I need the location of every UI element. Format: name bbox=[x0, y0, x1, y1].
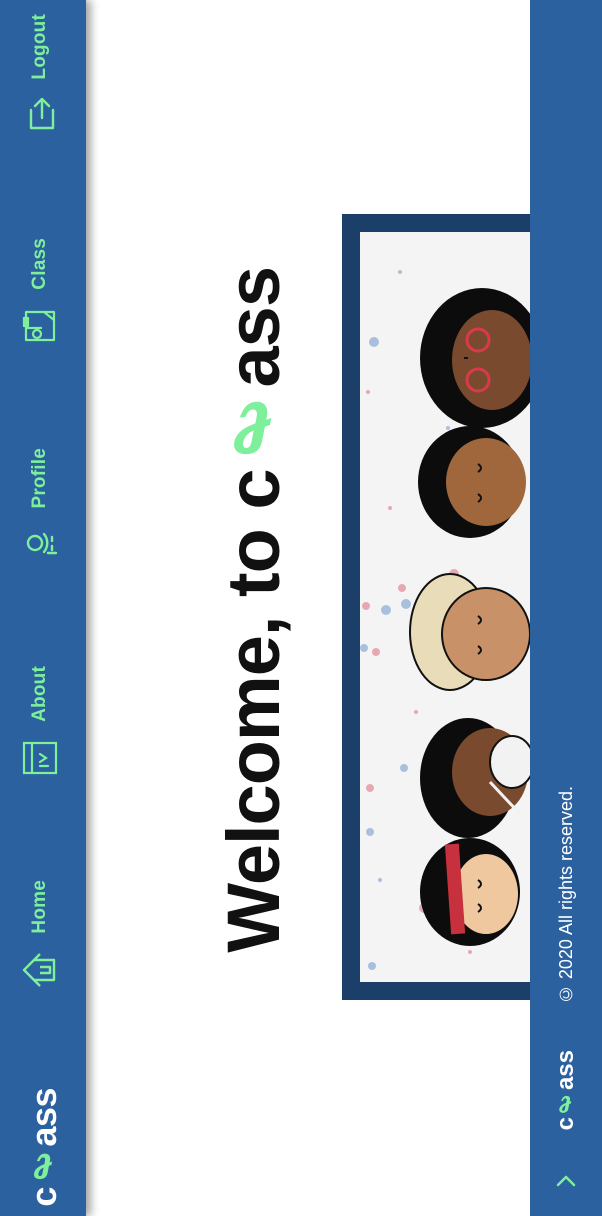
scroll-to-top-button[interactable] bbox=[552, 1168, 580, 1192]
students-illustration bbox=[360, 270, 542, 970]
home-icon bbox=[22, 952, 56, 987]
footer-brand-logo[interactable]: cℓass bbox=[544, 1050, 588, 1130]
nav-item-label: Logout bbox=[29, 14, 50, 80]
copyright: © 2020 All rights reserved. bbox=[544, 770, 588, 1020]
nav-item-profile[interactable]: Profile bbox=[18, 448, 62, 563]
nav-item-label: Home bbox=[29, 880, 50, 934]
student-2 bbox=[418, 426, 526, 538]
copyright-text: © 2020 All rights reserved. bbox=[555, 785, 576, 1005]
student-1 bbox=[420, 288, 542, 428]
brand-wordmark: cℓass bbox=[23, 1088, 65, 1207]
nav-item-label: Class bbox=[29, 238, 50, 290]
nav-item-class[interactable]: Class bbox=[18, 238, 62, 346]
navbar: Logout Class Profile About Home cℓass bbox=[0, 0, 86, 1216]
welcome-accent: ℓ bbox=[211, 387, 295, 470]
footer-brand-accent: ℓ bbox=[552, 1089, 579, 1117]
student-4 bbox=[420, 718, 535, 838]
brand-accent: ℓ bbox=[23, 1146, 64, 1187]
brand-suffix: ass bbox=[23, 1087, 64, 1147]
nav-item-home[interactable]: Home bbox=[18, 880, 62, 990]
student-3 bbox=[409, 573, 531, 691]
welcome-prefix: Welcome, to c bbox=[211, 469, 295, 953]
class-icon bbox=[22, 310, 56, 341]
nav-item-about[interactable]: About bbox=[18, 666, 62, 778]
footer-brand-prefix: c bbox=[552, 1116, 579, 1131]
hero-illustration bbox=[360, 232, 542, 982]
profile-icon bbox=[26, 532, 58, 554]
brand-prefix: c bbox=[23, 1186, 64, 1207]
welcome-heading: Welcome, to cℓass bbox=[211, 267, 296, 953]
logout-icon bbox=[29, 97, 55, 129]
student-5 bbox=[420, 838, 520, 946]
nav-item-label: About bbox=[29, 666, 50, 722]
welcome-suffix: ass bbox=[211, 267, 295, 388]
footer-brand-wordmark: cℓass bbox=[552, 1050, 580, 1130]
nav-item-logout[interactable]: Logout bbox=[18, 14, 62, 136]
brand-logo[interactable]: cℓass bbox=[22, 1088, 66, 1207]
footer-brand-suffix: ass bbox=[552, 1049, 579, 1090]
about-icon bbox=[22, 741, 58, 774]
hero-frame bbox=[342, 214, 542, 1000]
chevron-up-icon bbox=[556, 1175, 576, 1187]
footer: © 2020 All rights reserved. cℓass bbox=[530, 0, 602, 1216]
nav-item-label: Profile bbox=[29, 448, 50, 509]
page-title: Welcome, to cℓass bbox=[212, 267, 295, 953]
